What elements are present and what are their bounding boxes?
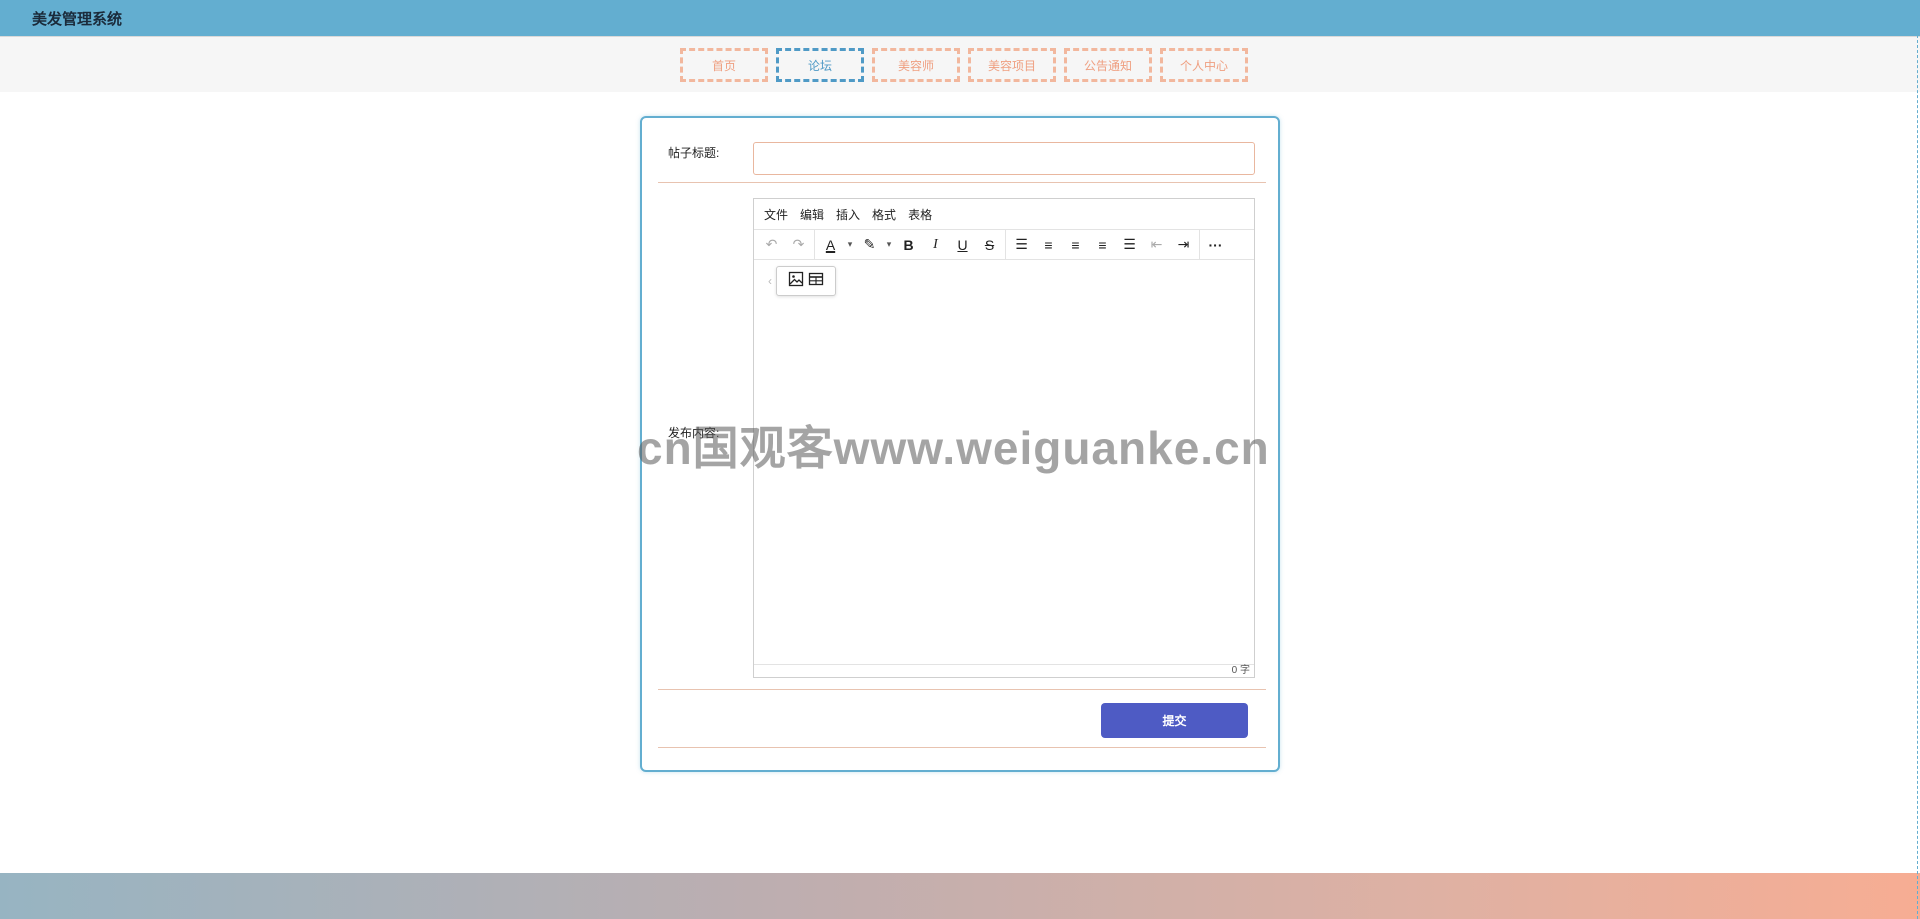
- underline-icon[interactable]: U: [949, 232, 976, 258]
- nav-item-personal-center[interactable]: 个人中心: [1160, 48, 1248, 82]
- font-color-icon[interactable]: A: [817, 232, 844, 258]
- editor-menubar: 文件 编辑 插入 格式 表格: [754, 199, 1254, 229]
- app-title: 美发管理系统: [32, 11, 123, 28]
- page-footer: [0, 873, 1920, 919]
- outdent-icon[interactable]: ⇤: [1143, 232, 1170, 258]
- post-title-input[interactable]: [753, 142, 1255, 175]
- nav-item-beauticians[interactable]: 美容师: [872, 48, 960, 82]
- submit-button[interactable]: 提交: [1101, 703, 1248, 738]
- more-icon[interactable]: ···: [1202, 232, 1229, 258]
- menu-format[interactable]: 格式: [866, 206, 902, 223]
- divider: [658, 747, 1266, 748]
- bold-icon[interactable]: B: [895, 232, 922, 258]
- table-icon[interactable]: [808, 271, 824, 292]
- strikethrough-icon[interactable]: S: [976, 232, 1003, 258]
- post-form: 帖子标题: 发布内容: 文件 编辑 插入 格式 表格 ↶ ↷ A ▾ ✎ ▾ B…: [640, 116, 1280, 772]
- menu-insert[interactable]: 插入: [830, 206, 866, 223]
- toolbar-separator: [1005, 229, 1006, 260]
- editor-content-area[interactable]: ‹: [754, 260, 1254, 664]
- chevron-down-icon[interactable]: ▾: [844, 232, 856, 258]
- nav-item-beauty-services[interactable]: 美容项目: [968, 48, 1056, 82]
- indent-icon[interactable]: ⇥: [1170, 232, 1197, 258]
- align-left-icon[interactable]: ≡: [1035, 232, 1062, 258]
- top-header: 美发管理系统: [0, 0, 1920, 36]
- divider: [658, 182, 1266, 183]
- menu-table[interactable]: 表格: [902, 206, 938, 223]
- editor-toolbar: ↶ ↷ A ▾ ✎ ▾ B I U S ☰ ≡ ≡ ≡ ☰ ⇤ ⇥ ···: [754, 229, 1254, 260]
- divider: [658, 689, 1266, 690]
- chevron-left-icon: ‹: [768, 274, 772, 288]
- quick-insert-toolbar: [776, 266, 836, 296]
- toolbar-separator: [1199, 229, 1200, 260]
- menu-file[interactable]: 文件: [758, 206, 794, 223]
- main-nav: 首页 论坛 美容师 美容项目 公告通知 个人中心: [0, 36, 1920, 92]
- redo-icon[interactable]: ↷: [785, 232, 812, 258]
- highlight-icon[interactable]: ✎: [856, 232, 883, 258]
- toolbar-separator: [814, 229, 815, 260]
- chevron-down-icon[interactable]: ▾: [883, 232, 895, 258]
- undo-icon[interactable]: ↶: [758, 232, 785, 258]
- italic-icon[interactable]: I: [922, 232, 949, 258]
- word-count: 0 字: [754, 664, 1254, 677]
- align-center-icon[interactable]: ≡: [1062, 232, 1089, 258]
- align-right-icon[interactable]: ≡: [1089, 232, 1116, 258]
- post-content-label: 发布内容:: [668, 426, 720, 440]
- nav-item-home[interactable]: 首页: [680, 48, 768, 82]
- rich-text-editor: 文件 编辑 插入 格式 表格 ↶ ↷ A ▾ ✎ ▾ B I U S ☰ ≡ ≡…: [753, 198, 1255, 678]
- post-title-label: 帖子标题:: [668, 146, 720, 160]
- page-edge-line: [1917, 0, 1918, 919]
- nav-item-announcements[interactable]: 公告通知: [1064, 48, 1152, 82]
- menu-edit[interactable]: 编辑: [794, 206, 830, 223]
- line-height-icon[interactable]: ☰: [1008, 232, 1035, 258]
- nav-item-forum[interactable]: 论坛: [776, 48, 864, 82]
- image-icon[interactable]: [788, 271, 804, 292]
- align-justify-icon[interactable]: ☰: [1116, 232, 1143, 258]
